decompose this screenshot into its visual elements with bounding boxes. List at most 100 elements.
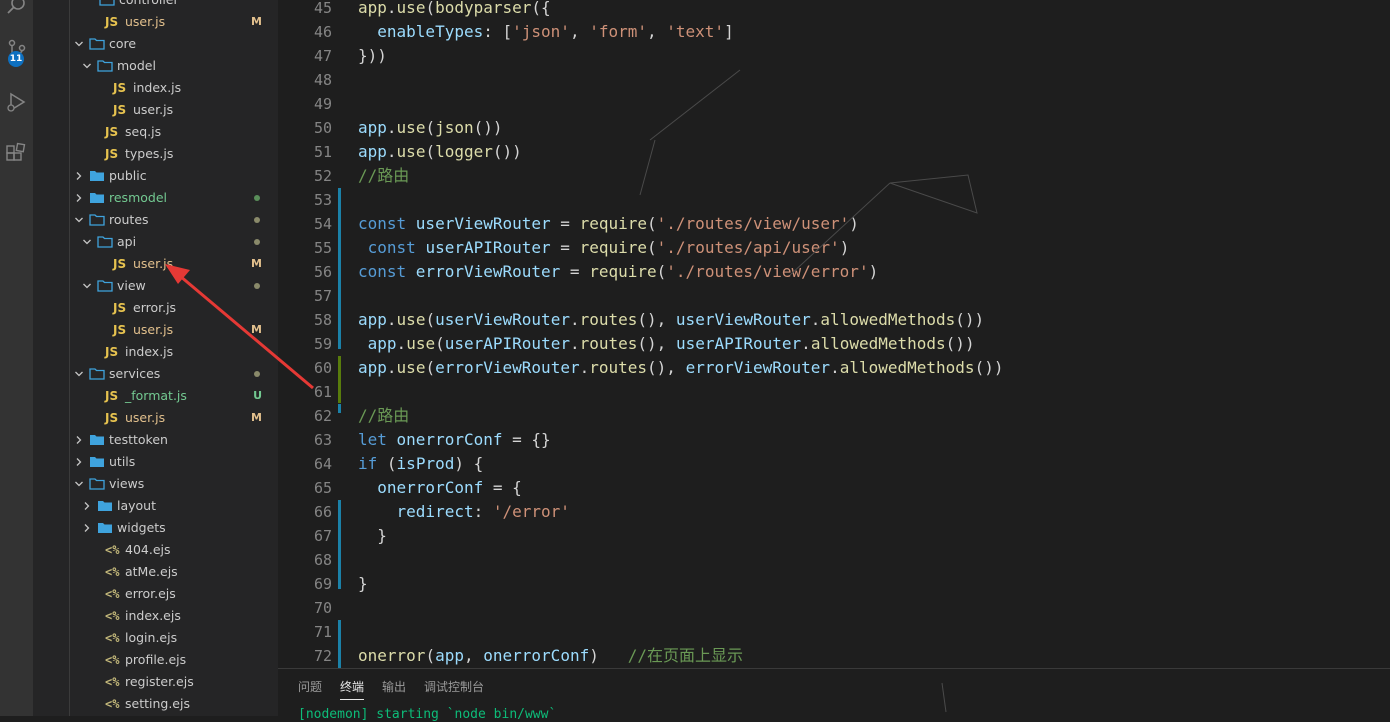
tree-row-index-js[interactable]: JS index.js	[33, 77, 278, 99]
tree-row-public[interactable]: public	[33, 165, 278, 187]
chevron-right-icon[interactable]	[73, 429, 85, 451]
code-line[interactable]: enableTypes: ['json', 'form', 'text']	[358, 20, 733, 44]
chevron-down-icon[interactable]	[73, 363, 85, 385]
folder-icon	[89, 165, 105, 187]
tree-row-login-ejs[interactable]: <% login.ejs	[33, 627, 278, 649]
tree-row--format-js[interactable]: JS _format.js U	[33, 385, 278, 407]
code-line[interactable]: }	[358, 524, 387, 548]
tree-row-404-ejs[interactable]: <% 404.ejs	[33, 539, 278, 561]
tree-row-label: controller	[119, 0, 179, 11]
tree-row-partial[interactable]: controller	[33, 0, 278, 11]
chevron-down-icon[interactable]	[81, 55, 93, 77]
tree-row-label: utils	[109, 454, 136, 469]
code-line[interactable]: //路由	[358, 404, 409, 428]
run-debug-icon[interactable]	[0, 82, 33, 122]
code-line[interactable]: app.use(errorViewRouter.routes(), errorV…	[358, 356, 1003, 380]
git-status-badge: M	[251, 257, 262, 270]
line-number: 61	[313, 383, 332, 401]
search-icon[interactable]	[0, 0, 33, 26]
tree-row-api[interactable]: api	[33, 231, 278, 253]
tree-row-core[interactable]: core	[33, 33, 278, 55]
line-number: 45	[313, 0, 332, 17]
tree-row-atme-ejs[interactable]: <% atMe.ejs	[33, 561, 278, 583]
code-line[interactable]: const userAPIRouter = require('./routes/…	[358, 236, 850, 260]
tree-row-services[interactable]: services	[33, 363, 278, 385]
tree-row-label: view	[117, 278, 146, 293]
tab-output[interactable]: 输出	[382, 679, 406, 699]
chevron-down-icon[interactable]	[73, 209, 85, 231]
code-line[interactable]: redirect: '/error'	[358, 500, 570, 524]
chevron-right-icon[interactable]	[81, 495, 93, 517]
chevron-down-icon[interactable]	[81, 275, 93, 297]
tab-debug-console[interactable]: 调试控制台	[424, 679, 484, 699]
tree-row-testtoken[interactable]: testtoken	[33, 429, 278, 451]
tree-row-index-ejs[interactable]: <% index.ejs	[33, 605, 278, 627]
tree-row-widgets[interactable]: widgets	[33, 517, 278, 539]
code-line[interactable]: onerrorConf = {	[358, 476, 522, 500]
tree-row-user-js[interactable]: JS user.js	[33, 99, 278, 121]
chevron-right-icon[interactable]	[73, 165, 85, 187]
code-line[interactable]: app.use(logger())	[358, 140, 522, 164]
code-line[interactable]: app.use(json())	[358, 116, 503, 140]
tree-row-user-js[interactable]: JS user.js M	[33, 407, 278, 429]
tree-row-error-ejs[interactable]: <% error.ejs	[33, 583, 278, 605]
javascript-file-icon: JS	[113, 81, 127, 95]
code-line[interactable]: onerror(app, onerrorConf) //在页面上显示	[358, 644, 743, 668]
line-number: 63	[313, 431, 332, 449]
ejs-file-icon: <%	[105, 543, 120, 557]
tree-row-label: public	[109, 168, 147, 183]
code-line[interactable]: const errorViewRouter = require('./route…	[358, 260, 878, 284]
tree-row-profile-ejs[interactable]: <% profile.ejs	[33, 649, 278, 671]
folder-icon	[89, 451, 105, 473]
chevron-right-icon[interactable]	[73, 451, 85, 473]
line-number: 67	[313, 527, 332, 545]
tree-row-model[interactable]: model	[33, 55, 278, 77]
chevron-down-icon[interactable]	[81, 231, 93, 253]
tree-row-view[interactable]: view	[33, 275, 278, 297]
tree-row-label: views	[109, 476, 145, 491]
code-editor[interactable]: 45 app.use(bodyparser({46 enableTypes: ['…	[278, 0, 1390, 668]
chevron-right-icon[interactable]	[73, 187, 85, 209]
git-status-badge: M	[251, 323, 262, 336]
tree-row-types-js[interactable]: JS types.js	[33, 143, 278, 165]
tree-row-error-js[interactable]: JS error.js	[33, 297, 278, 319]
tree-row-label: register.ejs	[125, 674, 194, 689]
code-line[interactable]: const userViewRouter = require('./routes…	[358, 212, 859, 236]
code-line[interactable]: app.use(bodyparser({	[358, 0, 551, 20]
tree-row-register-ejs[interactable]: <% register.ejs	[33, 671, 278, 693]
tree-row-user-js[interactable]: JS user.js M	[33, 319, 278, 341]
chevron-right-icon[interactable]	[81, 517, 93, 539]
code-line[interactable]: app.use(userViewRouter.routes(), userVie…	[358, 308, 984, 332]
tree-row-views[interactable]: views	[33, 473, 278, 495]
tree-row-label: index.ejs	[125, 608, 181, 623]
tree-row-resmodel[interactable]: resmodel	[33, 187, 278, 209]
tab-terminal[interactable]: 终端	[340, 679, 365, 700]
code-line[interactable]: }))	[358, 44, 387, 68]
code-line[interactable]: //路由	[358, 164, 409, 188]
code-line[interactable]: }	[358, 572, 368, 596]
chevron-down-icon[interactable]	[73, 473, 85, 495]
line-number: 62	[313, 407, 332, 425]
tree-row-utils[interactable]: utils	[33, 451, 278, 473]
line-number: 50	[313, 119, 332, 137]
tree-row-index-js[interactable]: JS index.js	[33, 341, 278, 363]
tree-row-user-js[interactable]: JS user.js M	[33, 11, 278, 33]
code-line[interactable]: let onerrorConf = {}	[358, 428, 551, 452]
tree-row-label: error.js	[133, 300, 177, 315]
extensions-icon[interactable]	[0, 134, 33, 174]
tree-row-setting-ejs[interactable]: <% setting.ejs	[33, 693, 278, 715]
git-status-badge: M	[251, 411, 262, 424]
tree-row-layout[interactable]: layout	[33, 495, 278, 517]
code-line[interactable]: app.use(userAPIRouter.routes(), userAPIR…	[358, 332, 975, 356]
code-line[interactable]: if (isProd) {	[358, 452, 483, 476]
tree-row-routes[interactable]: routes	[33, 209, 278, 231]
tree-row-user-js[interactable]: JS user.js M	[33, 253, 278, 275]
folder-icon	[99, 0, 115, 11]
tree-row-label: _format.js	[125, 388, 187, 403]
tree-row-label: routes	[109, 212, 149, 227]
tree-row-seq-js[interactable]: JS seq.js	[33, 121, 278, 143]
chevron-down-icon[interactable]	[73, 33, 85, 55]
tab-problems[interactable]: 问题	[298, 679, 322, 699]
ejs-file-icon: <%	[105, 609, 120, 623]
terminal-output[interactable]: [nodemon] starting `node bin/www`	[298, 707, 556, 722]
